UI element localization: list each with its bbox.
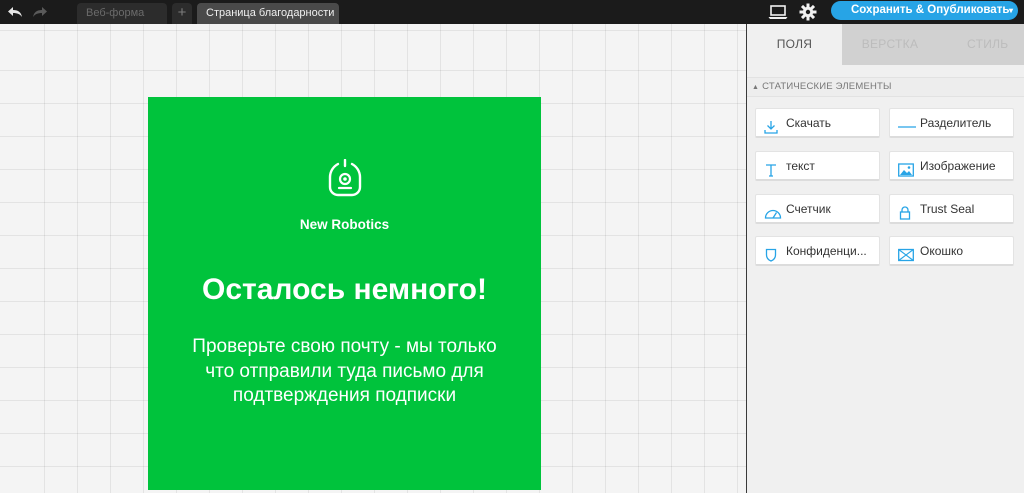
element-text[interactable]: текст (755, 151, 880, 181)
element-label: Счетчик (786, 202, 831, 216)
element-label: Разделитель (920, 116, 992, 130)
section-header[interactable]: ▲ СТАТИЧЕСКИЕ ЭЛЕМЕНТЫ (747, 77, 1024, 97)
download-icon (764, 116, 778, 134)
element-image[interactable]: Изображение (889, 151, 1014, 181)
gauge-icon (764, 202, 782, 219)
laptop-icon[interactable] (768, 4, 788, 20)
section-title: СТАТИЧЕСКИЕ ЭЛЕМЕНТЫ (762, 81, 892, 92)
redo-icon[interactable] (30, 3, 50, 21)
thank-you-card[interactable]: New Robotics Осталось немного! Проверьте… (148, 97, 541, 490)
window-icon (898, 244, 914, 262)
tab-style[interactable]: СТИЛЬ (938, 24, 1024, 65)
element-label: Окошко (920, 244, 964, 258)
element-label: Скачать (786, 116, 831, 130)
element-label: Изображение (920, 159, 996, 173)
tab-layout[interactable]: ВЕРСТКА (842, 24, 938, 65)
element-trust-seal[interactable]: Trust Seal (889, 194, 1014, 224)
text-icon (764, 159, 778, 177)
element-label: текст (786, 159, 815, 173)
shield-icon (764, 244, 778, 262)
add-tab-button[interactable]: + (172, 3, 192, 24)
image-icon (898, 159, 914, 177)
undo-icon[interactable] (5, 3, 25, 21)
element-label: Trust Seal (920, 202, 975, 216)
gear-icon[interactable] (799, 3, 817, 21)
element-label: Конфиденци... (786, 244, 867, 258)
caret-up-icon: ▲ (752, 84, 760, 91)
divider-icon (898, 116, 916, 130)
tab-thank-you-page[interactable]: Страница благодарности (197, 3, 339, 24)
robot-logo-icon (327, 158, 363, 199)
element-counter[interactable]: Счетчик (755, 194, 880, 224)
chevron-down-icon[interactable]: ▾ (1009, 1, 1013, 20)
body-text: Проверьте свою почту - мы только что отп… (192, 336, 497, 406)
tab-web-form[interactable]: Веб-форма (77, 3, 167, 24)
element-popup[interactable]: Окошко (889, 236, 1014, 266)
panel-tabs: ПОЛЯ ВЕРСТКА СТИЛЬ (747, 24, 1024, 65)
element-privacy[interactable]: Конфиденци... (755, 236, 880, 266)
element-download[interactable]: Скачать (755, 108, 880, 138)
elements-panel: ПОЛЯ ВЕРСТКА СТИЛЬ ▲ СТАТИЧЕСКИЕ ЭЛЕМЕНТЫ… (746, 24, 1024, 493)
element-divider[interactable]: Разделитель (889, 108, 1014, 138)
publish-label: Сохранить & Опубликовать (851, 4, 1010, 16)
tab-fields[interactable]: ПОЛЯ (747, 24, 842, 65)
brand-name: New Robotics (299, 217, 390, 232)
lock-icon (898, 202, 912, 220)
save-publish-button[interactable]: Сохранить & Опубликовать ▾ (831, 1, 1018, 20)
headline: Осталось немного! (202, 273, 487, 306)
top-toolbar: Веб-форма + Страница благодарности Сохра… (0, 0, 1024, 24)
